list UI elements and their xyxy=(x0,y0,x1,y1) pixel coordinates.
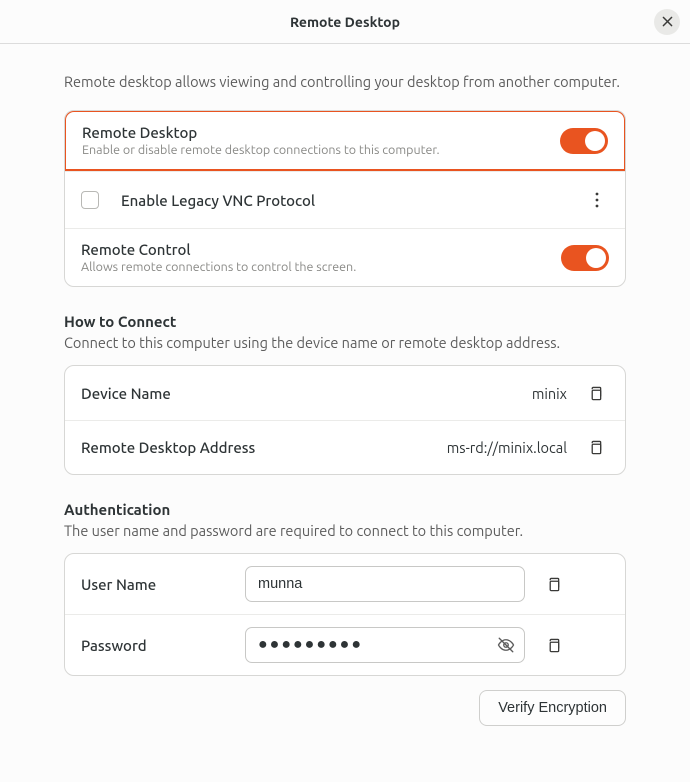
username-copy-button[interactable] xyxy=(539,570,567,598)
eye-off-icon xyxy=(497,636,515,654)
password-row: Password xyxy=(65,614,625,675)
legacy-vnc-label: Enable Legacy VNC Protocol xyxy=(121,192,571,209)
remote-control-switch[interactable] xyxy=(561,245,609,271)
legacy-vnc-label-group: Enable Legacy VNC Protocol xyxy=(121,192,571,209)
content-area: Remote desktop allows viewing and contro… xyxy=(0,44,690,746)
remote-control-label-group: Remote Control Allows remote connections… xyxy=(81,241,547,274)
password-reveal-button[interactable] xyxy=(493,632,519,658)
legacy-vnc-menu-button[interactable] xyxy=(585,184,609,216)
password-label: Password xyxy=(81,637,231,654)
remote-control-row: Remote Control Allows remote connections… xyxy=(65,228,625,286)
legacy-vnc-checkbox[interactable] xyxy=(81,191,99,209)
password-input-wrap xyxy=(245,627,525,663)
headerbar: Remote Desktop xyxy=(0,0,690,44)
device-name-label-group: Device Name xyxy=(81,385,518,402)
close-icon xyxy=(662,16,673,27)
address-copy-button[interactable] xyxy=(581,434,609,462)
verify-encryption-button[interactable]: Verify Encryption xyxy=(479,690,626,726)
auth-section-subtitle: The user name and password are required … xyxy=(64,522,626,539)
footer-row: Verify Encryption xyxy=(64,690,626,726)
username-input-wrap xyxy=(245,566,525,602)
device-name-row: Device Name minix xyxy=(65,366,625,420)
copy-icon xyxy=(588,386,603,401)
username-input[interactable] xyxy=(245,566,525,602)
copy-icon xyxy=(546,638,561,653)
device-name-value: minix xyxy=(532,385,567,402)
copy-icon xyxy=(546,577,561,592)
connect-section-subtitle: Connect to this computer using the devic… xyxy=(64,334,626,351)
remote-desktop-label-group: Remote Desktop Enable or disable remote … xyxy=(82,124,546,157)
address-label: Remote Desktop Address xyxy=(81,439,433,456)
window-title: Remote Desktop xyxy=(290,14,400,30)
remote-control-title: Remote Control xyxy=(81,241,547,258)
connect-group: Device Name minix Remote Desktop Address… xyxy=(64,365,626,475)
auth-section-header: Authentication The user name and passwor… xyxy=(64,501,626,539)
connect-section-header: How to Connect Connect to this computer … xyxy=(64,313,626,351)
username-row: User Name xyxy=(65,554,625,614)
close-button[interactable] xyxy=(654,9,680,35)
connect-section-title: How to Connect xyxy=(64,313,626,330)
password-input[interactable] xyxy=(245,627,525,663)
device-name-copy-button[interactable] xyxy=(581,379,609,407)
address-value: ms-rd://minix.local xyxy=(447,439,567,456)
remote-desktop-switch[interactable] xyxy=(560,128,608,154)
address-row: Remote Desktop Address ms-rd://minix.loc… xyxy=(65,420,625,474)
legacy-vnc-row: Enable Legacy VNC Protocol xyxy=(65,171,625,228)
kebab-icon xyxy=(595,192,599,208)
device-name-label: Device Name xyxy=(81,385,518,402)
remote-control-subtitle: Allows remote connections to control the… xyxy=(81,260,547,274)
password-copy-button[interactable] xyxy=(539,631,567,659)
copy-icon xyxy=(588,440,603,455)
auth-group: User Name Password xyxy=(64,553,626,676)
remote-desktop-row: Remote Desktop Enable or disable remote … xyxy=(64,110,626,171)
auth-section-title: Authentication xyxy=(64,501,626,518)
remote-desktop-title: Remote Desktop xyxy=(82,124,546,141)
main-settings-group: Remote Desktop Enable or disable remote … xyxy=(64,110,626,287)
username-label: User Name xyxy=(81,576,231,593)
remote-desktop-subtitle: Enable or disable remote desktop connect… xyxy=(82,143,546,157)
address-label-group: Remote Desktop Address xyxy=(81,439,433,456)
intro-text: Remote desktop allows viewing and contro… xyxy=(64,72,626,92)
